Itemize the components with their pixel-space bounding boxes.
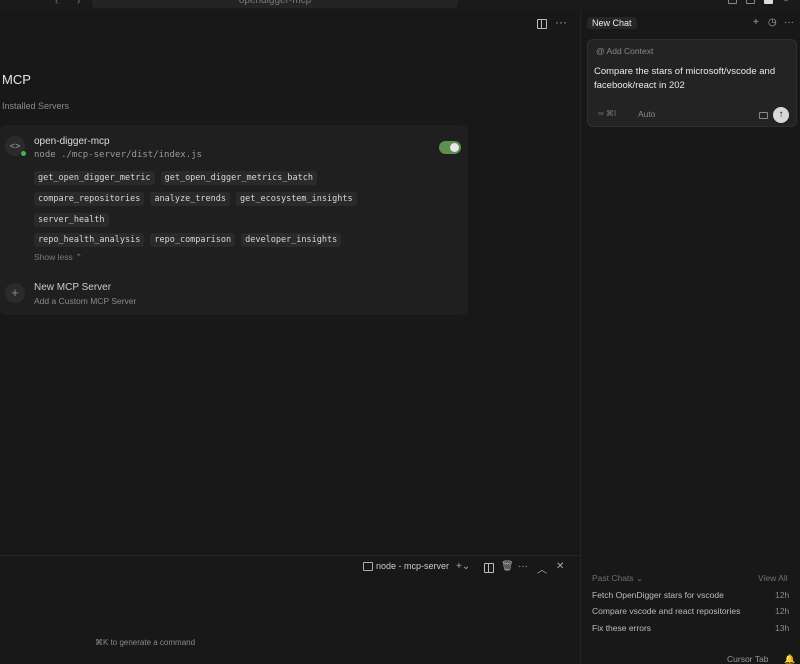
split-terminal-icon[interactable] bbox=[484, 563, 494, 573]
model-selector[interactable]: Auto bbox=[638, 109, 656, 119]
new-mcp-server-button[interactable]: New MCP Server bbox=[34, 282, 111, 293]
prompt-chip: repo_health_analysis bbox=[34, 233, 145, 247]
tool-chip: server_health bbox=[34, 213, 109, 227]
status-online-icon bbox=[21, 151, 26, 156]
tool-chip: get_open_digger_metric bbox=[34, 171, 155, 185]
past-chat-item[interactable]: Compare vscode and react repositories bbox=[592, 606, 740, 616]
show-less-label: Show less bbox=[34, 252, 73, 262]
maximize-panel-icon[interactable]: ︿ bbox=[537, 561, 547, 576]
chat-input-box[interactable]: @ Add Context Compare the stars of micro… bbox=[587, 39, 797, 127]
server-command: node ./mcp-server/dist/index.js bbox=[34, 150, 202, 160]
back-icon[interactable]: ‹ bbox=[55, 0, 58, 7]
show-less-link[interactable]: Show less ⌃ bbox=[34, 252, 82, 263]
server-name: open-digger-mcp bbox=[34, 136, 110, 147]
terminal-tab[interactable]: node - mcp-server bbox=[363, 561, 450, 572]
add-server-icon[interactable]: + bbox=[5, 283, 25, 303]
layout-sidebar-icon[interactable] bbox=[728, 0, 737, 4]
terminal-hint: ⌘K to generate a command bbox=[95, 638, 196, 647]
tool-chip: get_ecosystem_insights bbox=[236, 192, 357, 206]
terminal-icon bbox=[363, 562, 373, 572]
prompt-chip: developer_insights bbox=[241, 233, 342, 247]
agent-mode-selector[interactable]: ∞ ⌘I bbox=[598, 109, 616, 118]
more-icon[interactable]: ··· bbox=[518, 561, 528, 572]
tool-chip: analyze_trends bbox=[150, 192, 231, 206]
title-bar: ‹ › opendigger-mcp ⚙ bbox=[0, 0, 800, 10]
tool-chip: compare_repositories bbox=[34, 192, 145, 206]
history-icon[interactable]: ◷ bbox=[768, 17, 777, 28]
more-icon[interactable]: ··· bbox=[784, 17, 794, 28]
command-search-bar[interactable]: opendigger-mcp bbox=[92, 0, 458, 8]
tools-list: get_open_digger_metric get_open_digger_me… bbox=[34, 169, 464, 232]
past-chat-time: 12h bbox=[775, 590, 790, 600]
past-chats-label: Past Chats bbox=[592, 573, 634, 583]
settings-icon[interactable]: ⚙ bbox=[782, 0, 791, 3]
past-chat-item[interactable]: Fix these errors bbox=[592, 623, 651, 633]
past-chats-header[interactable]: Past Chats ⌄ bbox=[592, 573, 643, 584]
past-chat-time: 12h bbox=[775, 606, 790, 616]
mcp-server-card: <> open-digger-mcp node ./mcp-server/dis… bbox=[0, 125, 468, 315]
new-terminal-icon[interactable]: +⌄ bbox=[456, 561, 470, 572]
close-panel-icon[interactable]: ✕ bbox=[556, 561, 564, 572]
chevron-down-icon: ⌄ bbox=[635, 573, 644, 583]
forward-icon[interactable]: › bbox=[77, 0, 80, 7]
past-chat-time: 13h bbox=[775, 623, 790, 633]
terminal-tab-label: node - mcp-server bbox=[376, 561, 450, 571]
tool-chip: get_open_digger_metrics_batch bbox=[160, 171, 317, 185]
new-chat-icon[interactable]: + bbox=[753, 17, 759, 28]
installed-servers-label: Installed Servers bbox=[2, 101, 70, 111]
chevron-up-icon: ⌃ bbox=[75, 252, 83, 262]
prompts-list: repo_health_analysis repo_comparison devel… bbox=[34, 231, 464, 252]
more-icon[interactable]: ··· bbox=[555, 15, 567, 29]
tab-new-chat[interactable]: New Chat bbox=[587, 17, 637, 29]
server-enable-toggle[interactable] bbox=[439, 141, 461, 154]
toggle-knob bbox=[450, 143, 459, 152]
add-context-label: Add Context bbox=[606, 46, 654, 56]
past-chat-item[interactable]: Fetch OpenDigger stars for vscode bbox=[592, 590, 724, 600]
trash-icon[interactable]: 🗑 bbox=[501, 561, 514, 572]
prompt-chip: repo_comparison bbox=[150, 233, 236, 247]
chat-panel: New Chat + ◷ ··· @ Add Context Compare t… bbox=[580, 10, 800, 664]
send-button[interactable]: ↑ bbox=[773, 107, 789, 123]
image-icon[interactable] bbox=[759, 112, 768, 119]
page-title: MCP bbox=[2, 72, 31, 87]
split-editor-icon[interactable] bbox=[537, 19, 547, 29]
layout-panel-icon[interactable] bbox=[746, 0, 755, 4]
add-context-button[interactable]: @ Add Context bbox=[596, 46, 653, 56]
at-icon: @ bbox=[596, 46, 605, 56]
layout-chat-icon[interactable] bbox=[764, 0, 773, 4]
cursor-tab-status[interactable]: Cursor Tab bbox=[727, 654, 768, 664]
bell-icon[interactable]: 🔔 bbox=[784, 654, 795, 664]
terminal-panel: node - mcp-server +⌄ 🗑 ··· ︿ ✕ ⌘K to gen… bbox=[0, 555, 580, 664]
chat-prompt-text[interactable]: Compare the stars of microsoft/vscode an… bbox=[594, 65, 792, 93]
new-mcp-server-subtitle: Add a Custom MCP Server bbox=[34, 296, 137, 306]
view-all-link[interactable]: View All bbox=[758, 573, 788, 583]
editor-area: ··· MCP Installed Servers <> open-digger… bbox=[0, 10, 580, 555]
